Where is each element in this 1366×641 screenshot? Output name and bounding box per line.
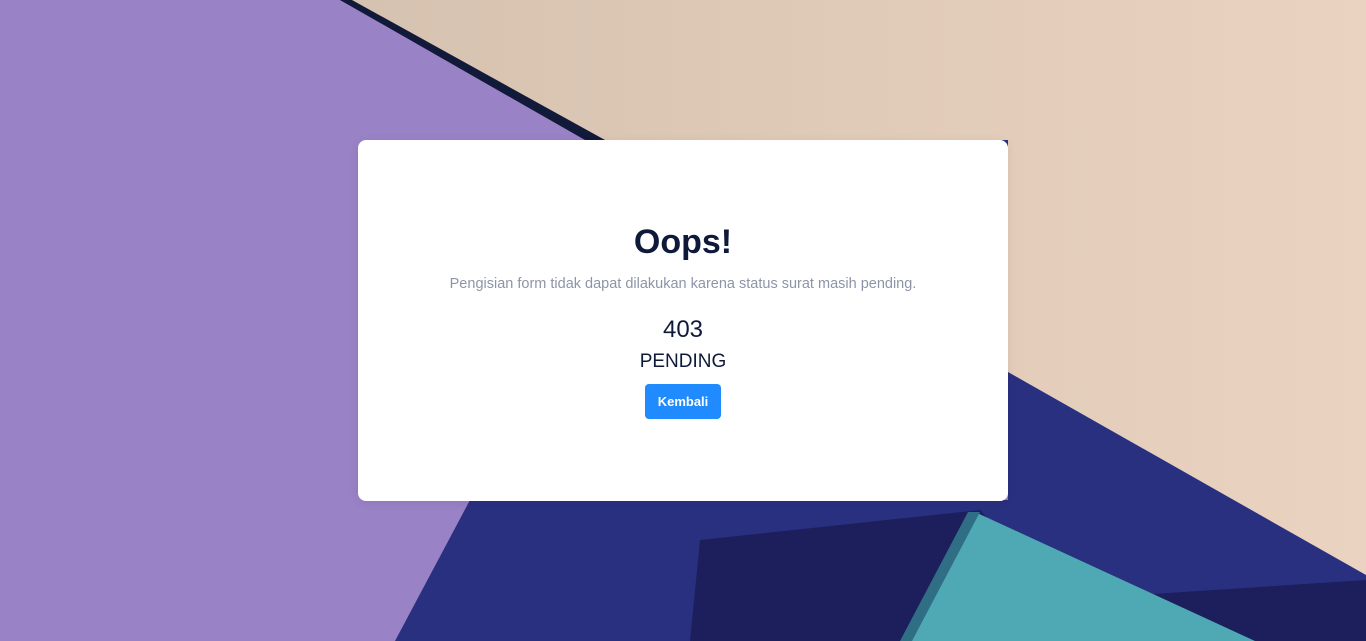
error-code: 403 xyxy=(662,316,704,343)
error-message: Pengisian form tidak dapat dilakukan kar… xyxy=(449,276,917,292)
error-card: Oops! Pengisian form tidak dapat dilakuk… xyxy=(358,140,1008,501)
error-status: PENDING xyxy=(639,351,727,372)
error-title: Oops! xyxy=(633,223,733,261)
back-button[interactable]: Kembali xyxy=(645,384,721,419)
page-root: Oops! Pengisian form tidak dapat dilakuk… xyxy=(0,0,1366,641)
